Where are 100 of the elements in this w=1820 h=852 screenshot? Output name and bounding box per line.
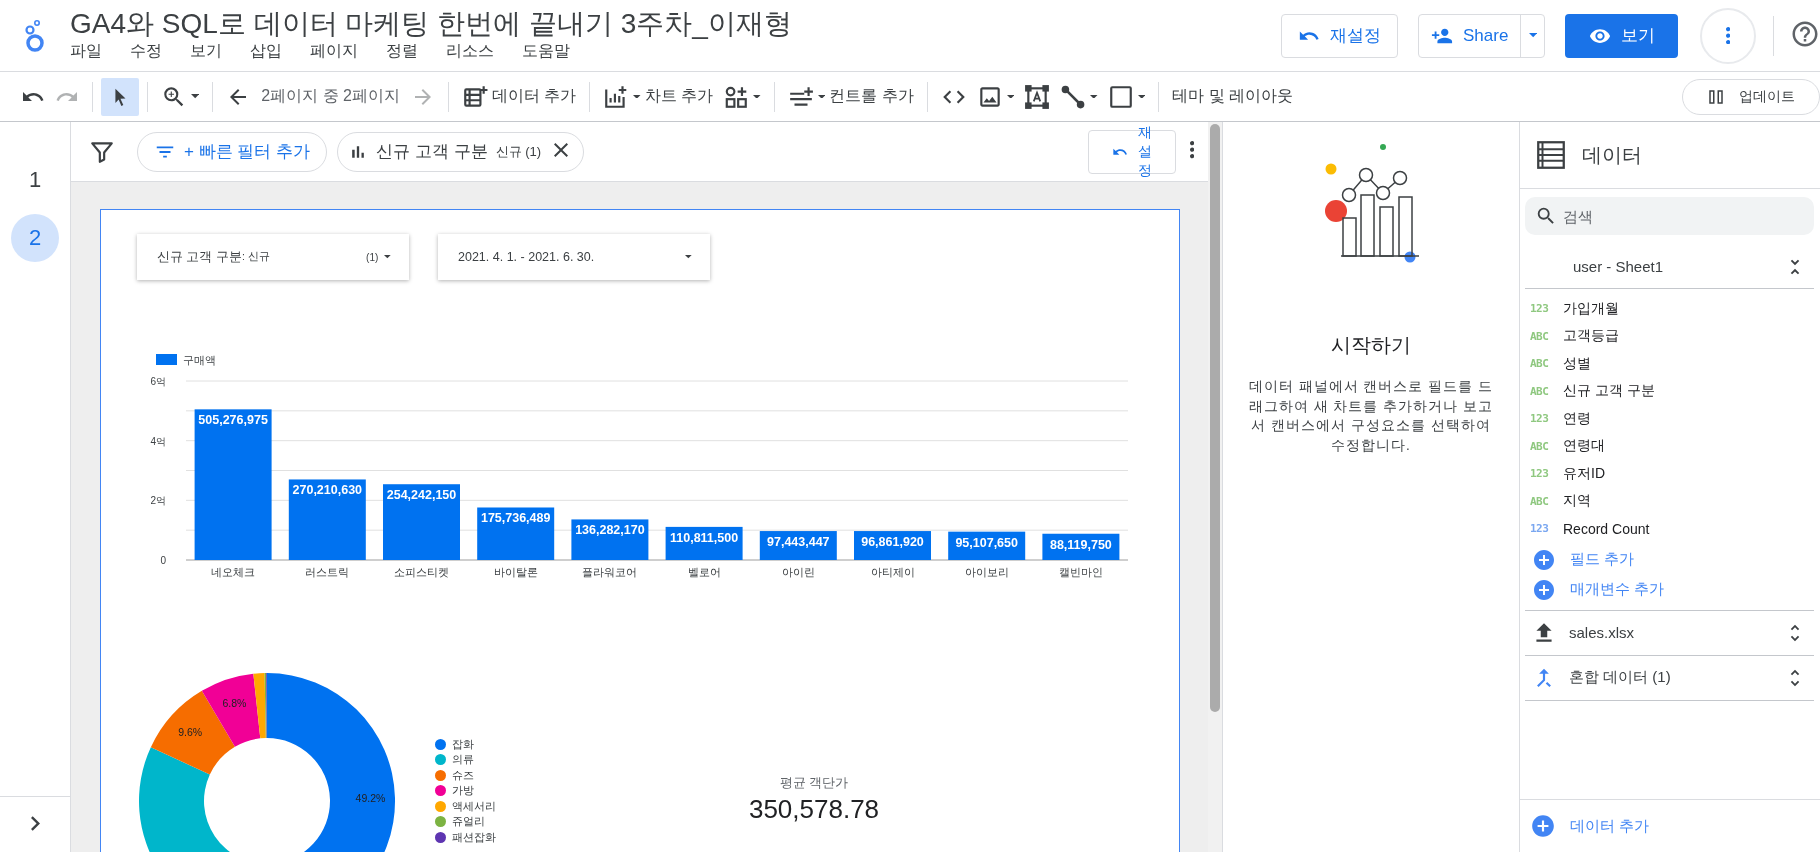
illustration-bar bbox=[1360, 194, 1375, 257]
chart-legend: 구매액 bbox=[156, 354, 216, 366]
slice-value-label: 9.6% bbox=[178, 725, 203, 738]
reset-button[interactable]: 재설정 bbox=[1281, 13, 1398, 58]
slice-value-label: 6.8% bbox=[222, 696, 247, 709]
illustration-line bbox=[1341, 167, 1408, 203]
more-icon bbox=[1189, 141, 1194, 159]
add-chart-button[interactable]: 차트 추가 bbox=[598, 77, 719, 116]
legend-label: 잡화 bbox=[452, 736, 474, 752]
field-name[interactable]: 유저ID bbox=[1563, 464, 1605, 483]
report-title[interactable]: GA4와 SQL로 데이터 마케팅 한번에 끝내기 3주차_이재형 bbox=[70, 9, 1281, 39]
field-type-label: ABC bbox=[1530, 439, 1550, 453]
menu-item[interactable]: 도움말 bbox=[522, 41, 584, 62]
control-value: : 신규 bbox=[241, 250, 270, 264]
category-label: 아이보리 bbox=[964, 566, 1009, 578]
legend-label: 패션잡화 bbox=[452, 829, 496, 845]
help-icon bbox=[1790, 19, 1820, 49]
dropdown-control[interactable]: 신규 고객 구분: 신규 (1) bbox=[137, 234, 409, 280]
caret-icon bbox=[1137, 94, 1146, 99]
bar-value-label: 88,119,750 bbox=[1049, 537, 1112, 552]
legend-label: 액세서리 bbox=[452, 798, 496, 814]
category-label: 소피스티켓 bbox=[394, 566, 449, 578]
control-value: 2021. 4. 1. - 2021. 6. 30. bbox=[458, 250, 595, 264]
field-type-label: ABC bbox=[1530, 384, 1550, 398]
field-name[interactable]: 가입개월 bbox=[1563, 299, 1619, 318]
data-source-row[interactable]: 혼합 데이터 (1) bbox=[1525, 655, 1814, 701]
field-type-label: 123 bbox=[1530, 302, 1550, 316]
menu-item[interactable]: 페이지 bbox=[310, 41, 372, 62]
caret-icon bbox=[753, 94, 761, 99]
search-icon bbox=[1535, 205, 1557, 227]
category-label: 캘빈마인 bbox=[1058, 566, 1103, 578]
date-range-control[interactable]: 2021. 4. 1. - 2021. 6. 30. bbox=[438, 234, 710, 280]
menu-item[interactable]: 삽입 bbox=[250, 41, 296, 62]
search-field[interactable]: 검색 bbox=[1525, 197, 1814, 235]
chip-label: 신규 고객 구분 bbox=[376, 141, 488, 163]
category-label: 바이탈론 bbox=[493, 566, 538, 578]
theme-layout-button[interactable]: 테마 및 레이아웃 bbox=[1167, 77, 1299, 116]
category-label: 아이린 bbox=[781, 566, 815, 578]
category-label: 플라워코어 bbox=[582, 566, 638, 578]
field-name[interactable]: 성별 bbox=[1563, 354, 1591, 373]
view-button[interactable]: 보기 bbox=[1565, 13, 1678, 58]
field-name[interactable]: 신규 고객 구분 bbox=[1563, 382, 1655, 401]
caret-icon bbox=[1006, 94, 1015, 99]
control-label: 신규 고객 구분 bbox=[157, 248, 242, 266]
field-name[interactable]: 연령대 bbox=[1563, 437, 1605, 456]
menu-item[interactable]: 수정 bbox=[130, 41, 176, 62]
help-text: 데이터 패널에서 캔버스로 필드를 드래그하여 새 차트를 추가하거나 보고서 캔버스에서 구성요소를 선택하여 수정합니다. bbox=[1248, 378, 1494, 455]
decoration-dot bbox=[1404, 251, 1416, 263]
add-data-button[interactable]: 데이터 추가 bbox=[1520, 800, 1820, 852]
decoration-dot bbox=[1380, 144, 1386, 150]
legend-label: 가방 bbox=[452, 783, 474, 799]
square-icon bbox=[1107, 83, 1134, 110]
legend-label: 쥬얼리 bbox=[452, 814, 485, 830]
page-tab[interactable]: 1 bbox=[11, 156, 59, 204]
panel-title: 시작하기 bbox=[1331, 333, 1411, 358]
legend-label: 의류 bbox=[452, 752, 474, 768]
data-source-row[interactable]: sales.xlsx bbox=[1525, 610, 1814, 656]
menu-item[interactable]: 파일 bbox=[70, 41, 116, 62]
add-control-button[interactable]: 컨트롤 추가 bbox=[782, 77, 919, 116]
illustration-bar bbox=[1398, 196, 1413, 257]
add-link[interactable]: 매개변수 추가 bbox=[1525, 574, 1665, 605]
caret-icon bbox=[633, 94, 641, 99]
more-icon bbox=[1725, 26, 1731, 45]
field-name[interactable]: Record Count bbox=[1563, 520, 1650, 537]
bar-value-label: 97,443,447 bbox=[767, 535, 830, 550]
y-axis-label: 0 bbox=[160, 555, 166, 566]
field-type-label: 123 bbox=[1530, 467, 1550, 481]
field-type-label: ABC bbox=[1530, 329, 1550, 343]
caret-icon bbox=[1528, 33, 1537, 38]
bar-value-label: 254,242,150 bbox=[386, 488, 457, 503]
add-link[interactable]: 필드 추가 bbox=[1525, 544, 1635, 575]
bar-value-label: 505,276,975 bbox=[198, 413, 268, 428]
line-icon bbox=[1060, 83, 1087, 110]
caret-icon bbox=[1090, 94, 1098, 99]
caret-icon bbox=[191, 94, 200, 99]
category-label: 러스트릭 bbox=[305, 566, 350, 578]
share-button[interactable]: Share bbox=[1419, 14, 1522, 57]
expand-button[interactable] bbox=[30, 815, 40, 834]
field-type-label: ABC bbox=[1530, 494, 1550, 508]
data-source-row[interactable]: user - Sheet1 bbox=[1525, 245, 1814, 289]
selection-count: (1) bbox=[366, 251, 379, 263]
field-name[interactable]: 고객등급 bbox=[1563, 327, 1619, 346]
scorecard-label: 평균 객단가 bbox=[779, 774, 849, 792]
y-axis-label: 2억 bbox=[150, 495, 166, 507]
menu-item[interactable]: 보기 bbox=[190, 41, 236, 62]
menu-item[interactable]: 정렬 bbox=[386, 41, 432, 62]
select-tool-button[interactable] bbox=[101, 77, 139, 116]
field-name[interactable]: 지역 bbox=[1563, 492, 1591, 511]
field-name[interactable]: 연령 bbox=[1563, 409, 1591, 428]
decoration-dot bbox=[1325, 163, 1337, 175]
caret-icon bbox=[384, 255, 391, 259]
category-label: 네오체크 bbox=[211, 566, 256, 578]
scrollbar-thumb[interactable] bbox=[1210, 124, 1220, 712]
decoration-dot bbox=[1325, 200, 1347, 222]
chip-value: 신규 (1) bbox=[495, 142, 542, 161]
add-data-button[interactable]: 데이터 추가 bbox=[457, 77, 582, 116]
chevron-right-icon bbox=[30, 815, 40, 831]
menu-item[interactable]: 리소스 bbox=[446, 41, 508, 62]
field-type-label: ABC bbox=[1530, 357, 1550, 371]
panel-title: 데이터 bbox=[1582, 142, 1642, 168]
